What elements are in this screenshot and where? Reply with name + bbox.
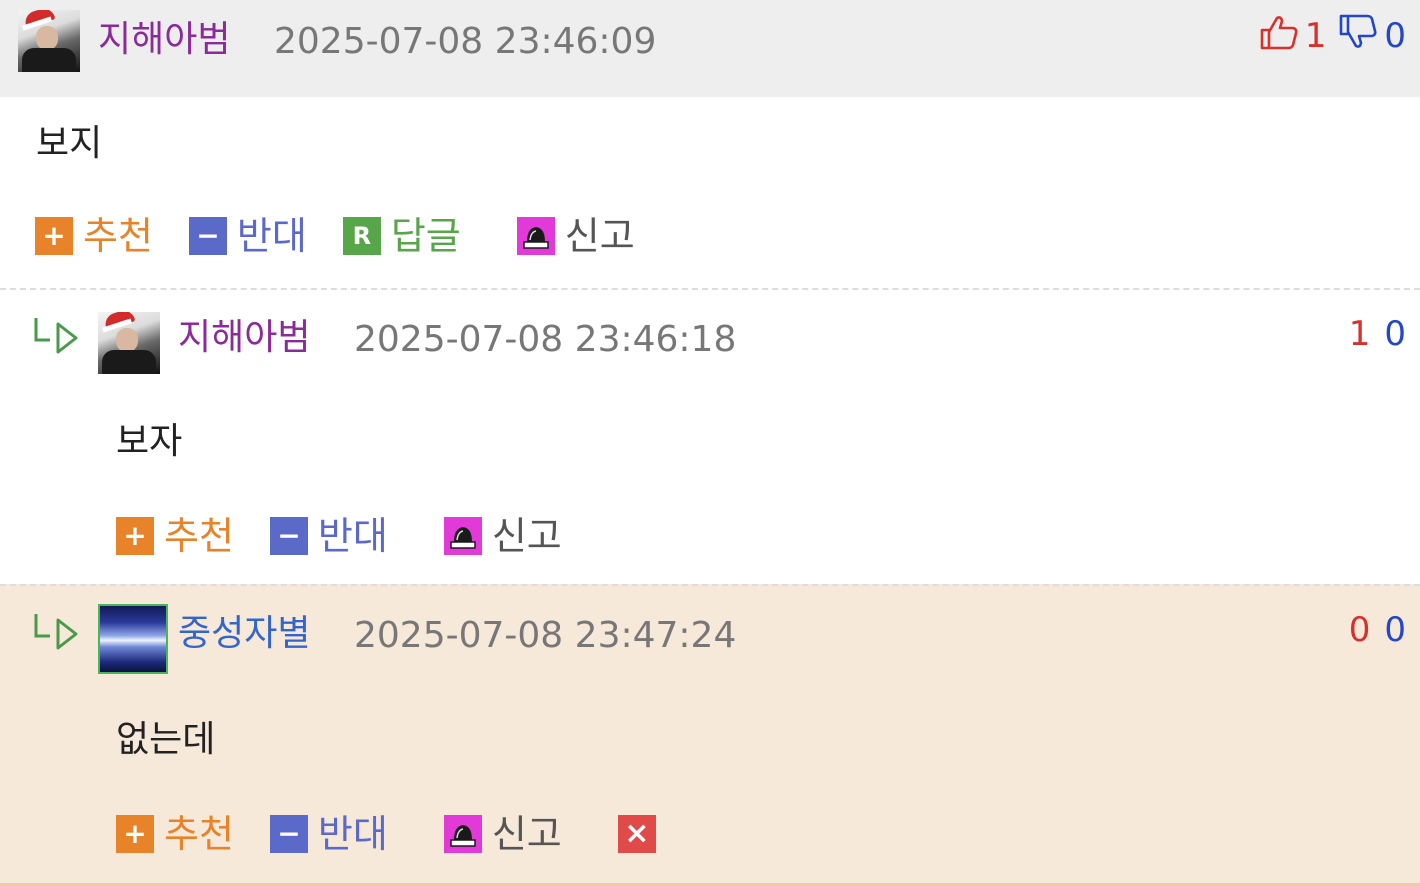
avatar[interactable] [18,10,80,72]
recommend-label: 추천 [83,214,153,258]
report-label: 신고 [491,812,562,856]
up-count: 0 [1348,610,1371,650]
recommend-button[interactable]: + 추천 [116,812,234,856]
comment-text: 보자 [116,421,183,462]
report-label: 신고 [564,214,635,258]
plus-icon: + [35,217,73,255]
oppose-button[interactable]: − 반대 [188,214,307,258]
author-nickname[interactable]: 중성자별 [178,612,310,656]
down-count: 0 [1384,16,1406,56]
siren-icon [516,217,555,255]
comment-text: 보지 [36,123,103,164]
comment-actions: + 추천 − 반대 신고 × [116,812,692,856]
author-nickname[interactable]: 지해아범 [178,316,310,360]
comment-actions: + 추천 − 반대 신고 [116,514,598,558]
thumbs-up-icon [1259,14,1299,59]
comment-header: 지해아범 2025-07-08 23:46:09 1 0 [0,0,1420,97]
recommend-button[interactable]: + 추천 [116,514,234,558]
plus-icon: + [116,815,154,853]
up-count: 1 [1348,314,1371,354]
plus-icon: + [116,517,154,555]
minus-icon: − [269,815,308,853]
comment-timestamp: 2025-07-08 23:46:09 [274,21,657,62]
avatar[interactable] [98,604,168,674]
recommend-label: 추천 [164,812,234,856]
minus-icon: − [188,217,227,255]
oppose-label: 반대 [317,514,388,558]
thumbs-down-icon [1338,14,1378,59]
comment-timestamp: 2025-07-08 23:47:24 [354,615,737,656]
comment-item: 지해아범 2025-07-08 23:46:18 1 0 보자 + 추천 − 반… [0,288,1420,586]
report-button[interactable]: 신고 [443,514,562,558]
vote-counts: 1 0 [1349,312,1406,356]
comment-item: 중성자별 2025-07-08 23:47:24 0 0 없는데 + 추천 − … [0,584,1420,886]
recommend-label: 추천 [164,514,234,558]
reply-button[interactable]: R 답글 [342,214,461,258]
vote-counts: 0 0 [1349,608,1406,652]
avatar[interactable] [98,312,160,374]
siren-icon [443,815,482,853]
oppose-label: 반대 [317,812,388,856]
close-icon: × [617,815,656,853]
down-count: 0 [1384,610,1406,650]
reply-arrow-icon [32,612,82,656]
delete-button[interactable]: × [617,815,656,853]
comment-timestamp: 2025-07-08 23:46:18 [354,319,737,360]
comment-item: 지해아범 2025-07-08 23:46:09 1 0 보지 + 추천 − 반… [0,0,1420,288]
oppose-button[interactable]: − 반대 [269,812,388,856]
reply-icon: R [342,217,381,255]
report-button[interactable]: 신고 [516,214,635,258]
siren-icon [443,517,482,555]
reply-label: 답글 [390,214,461,258]
recommend-button[interactable]: + 추천 [35,214,153,258]
author-nickname[interactable]: 지해아범 [98,18,230,62]
report-button[interactable]: 신고 [443,812,562,856]
minus-icon: − [269,517,308,555]
oppose-label: 반대 [236,214,307,258]
vote-counts: 1 0 [1259,14,1406,58]
up-count: 1 [1304,16,1327,56]
comment-actions: + 추천 − 반대 R 답글 신고 [35,214,671,258]
oppose-button[interactable]: − 반대 [269,514,388,558]
comment-text: 없는데 [116,719,216,760]
reply-arrow-icon [32,316,82,360]
down-count: 0 [1384,314,1406,354]
report-label: 신고 [491,514,562,558]
